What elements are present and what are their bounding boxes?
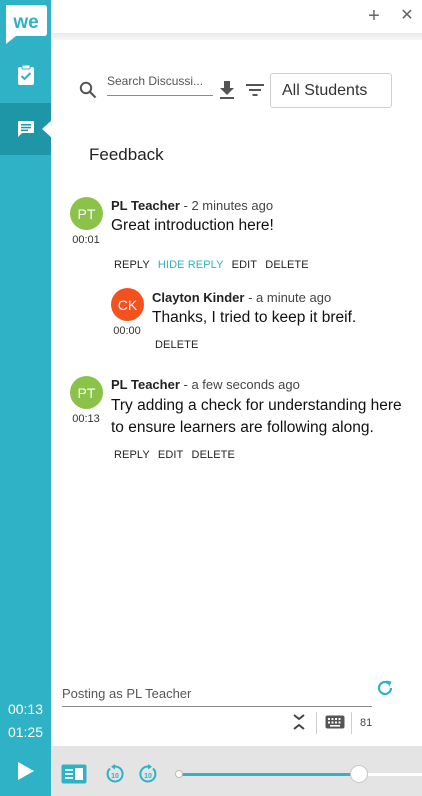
add-button[interactable]: + (364, 6, 384, 26)
forward-10-icon[interactable]: 10 (138, 764, 158, 784)
svg-text:10: 10 (144, 773, 152, 780)
play-button[interactable] (0, 746, 51, 796)
duration: 01:25 (7, 724, 44, 740)
delete-button[interactable]: DELETE (155, 339, 198, 351)
progress-start-marker (175, 770, 183, 778)
comment-text: Try adding a check for understanding her… (111, 397, 402, 436)
comment-timestamp[interactable]: 00:13 (66, 413, 106, 425)
comment-time-ago: - a few seconds ago (179, 377, 300, 392)
reply-button[interactable]: REPLY (114, 259, 150, 271)
refresh-icon[interactable] (376, 679, 394, 697)
character-count: 81 (360, 717, 373, 729)
comment-text: Thanks, I tried to keep it breif. (152, 309, 357, 326)
comment-time-ago: - a minute ago (244, 290, 332, 305)
comment-composer-input[interactable] (62, 681, 372, 707)
current-time: 00:13 (7, 701, 44, 717)
progress-scrubber-handle[interactable] (350, 765, 368, 783)
add-icon: + (368, 5, 380, 27)
comment-author-line: PL Teacher - 2 minutes ago (111, 198, 273, 213)
search-field (107, 72, 213, 96)
top-bar-divider (51, 33, 422, 40)
comment-timestamp[interactable]: 00:00 (107, 325, 147, 337)
comment-author: Clayton Kinder (152, 290, 245, 305)
close-button[interactable]: ✕ (397, 6, 417, 26)
student-filter-select[interactable]: All Students (270, 73, 392, 108)
edit-button[interactable]: EDIT (232, 259, 257, 271)
comment-author: PL Teacher (111, 198, 180, 213)
avatar: PT (70, 376, 103, 409)
comment-actions: REPLY HIDE REPLY EDIT DELETE (114, 259, 314, 271)
comment-actions: DELETE (155, 339, 203, 351)
section-title: Feedback (89, 145, 164, 164)
comment-author-line: PL Teacher - a few seconds ago (111, 377, 300, 392)
comment-time-ago: - 2 minutes ago (179, 198, 274, 213)
delete-button[interactable]: DELETE (265, 259, 308, 271)
comment-timestamp[interactable]: 00:01 (66, 234, 106, 246)
collapse-icon[interactable] (292, 713, 306, 731)
play-icon (17, 762, 34, 780)
clipboard-check-icon (17, 64, 34, 85)
captions-panel-icon[interactable] (61, 764, 87, 784)
hide-reply-button[interactable]: HIDE REPLY (158, 259, 224, 271)
app-logo: we (6, 5, 47, 44)
progress-fill (179, 773, 359, 776)
sidebar-item-comments[interactable] (0, 103, 52, 155)
avatar: CK (111, 288, 144, 321)
comment-text: Great introduction here! (111, 217, 274, 234)
sidebar-item-assignment[interactable] (0, 49, 51, 101)
comment-actions: REPLY EDIT DELETE (114, 449, 240, 461)
search-input[interactable] (107, 72, 213, 88)
composer-divider (351, 712, 352, 734)
close-icon: ✕ (400, 7, 414, 24)
edit-button[interactable]: EDIT (158, 449, 183, 461)
comment-author: PL Teacher (111, 377, 180, 392)
student-filter-value: All Students (282, 82, 368, 99)
rewind-10-icon[interactable]: 10 (105, 764, 125, 784)
download-icon[interactable] (218, 80, 236, 100)
keyboard-icon[interactable] (325, 715, 345, 729)
logo-text: we (12, 12, 38, 33)
svg-text:10: 10 (111, 773, 119, 780)
comment-author-line: Clayton Kinder - a minute ago (152, 290, 331, 305)
filter-icon[interactable] (245, 82, 265, 98)
delete-button[interactable]: DELETE (192, 449, 235, 461)
avatar: PT (70, 197, 103, 230)
reply-button[interactable]: REPLY (114, 449, 150, 461)
comment-icon (17, 121, 34, 137)
search-icon[interactable] (79, 81, 97, 99)
composer-divider (316, 712, 317, 734)
